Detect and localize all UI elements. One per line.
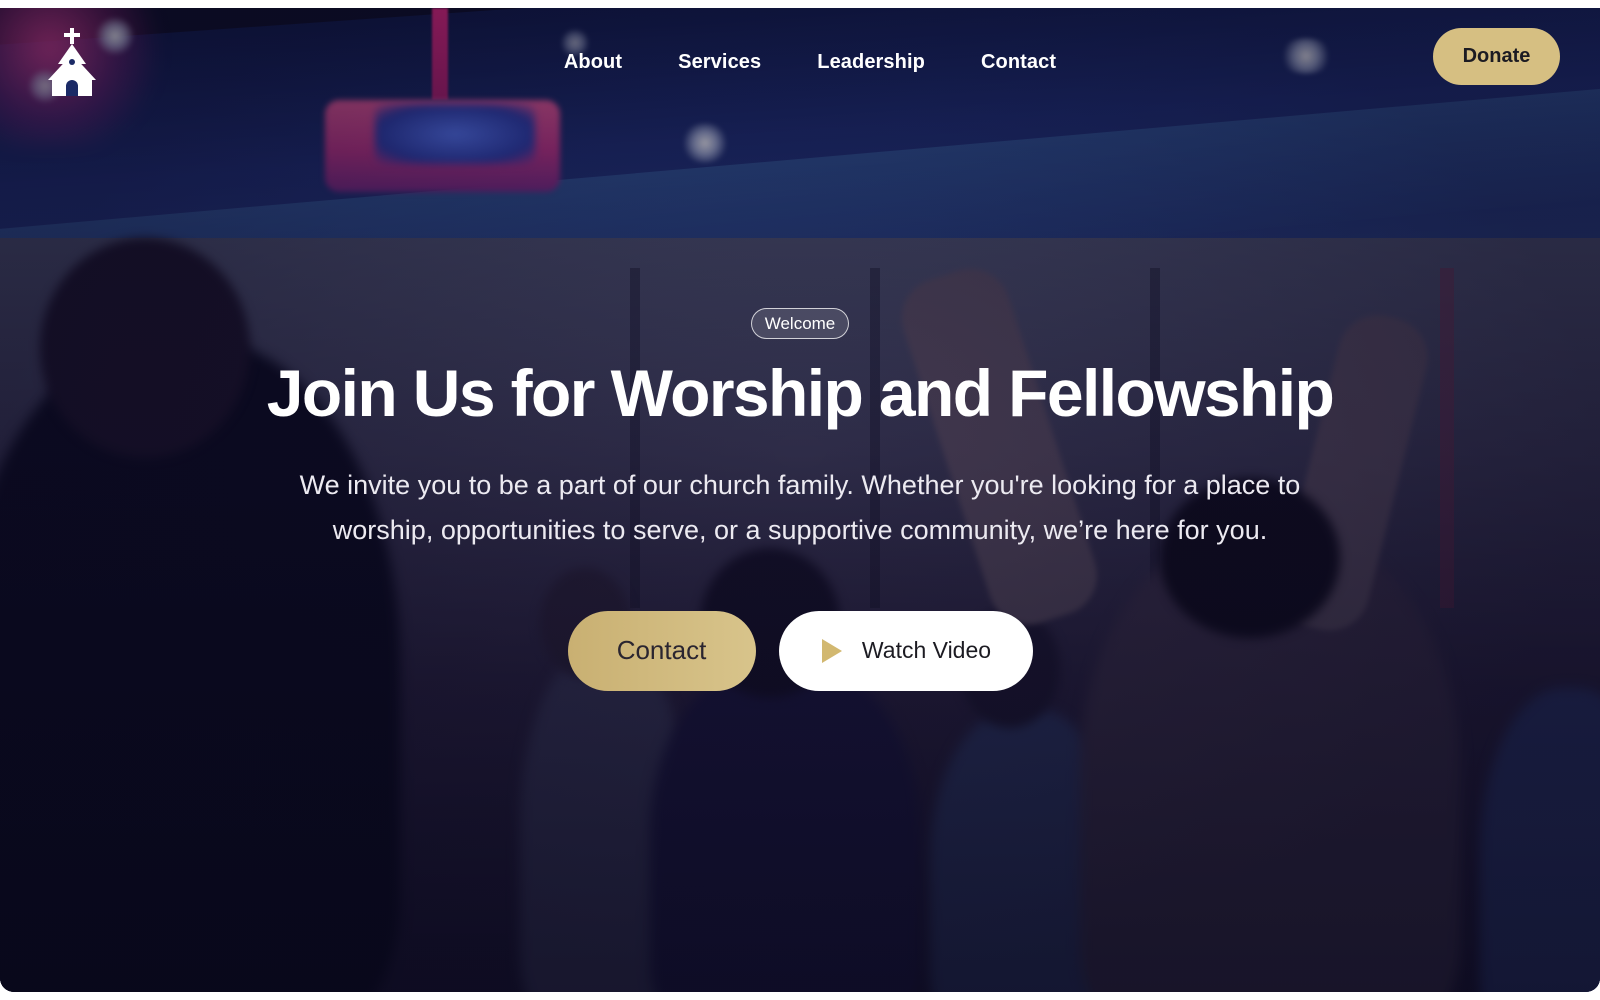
site-header: About Services Leadership Contact Donate (0, 8, 1600, 118)
donate-button[interactable]: Donate (1433, 28, 1560, 85)
watch-video-button[interactable]: Watch Video (778, 610, 1033, 691)
play-icon (821, 638, 842, 663)
watch-video-label: Watch Video (861, 637, 992, 664)
hero-section: Welcome Join Us for Worship and Fellowsh… (0, 308, 1600, 691)
nav-leadership[interactable]: Leadership (817, 44, 925, 80)
nav-services[interactable]: Services (678, 44, 761, 80)
welcome-badge: Welcome (750, 308, 850, 339)
nav-contact[interactable]: Contact (981, 44, 1056, 80)
contact-button[interactable]: Contact (567, 610, 756, 691)
hero-title: Join Us for Worship and Fellowship (266, 356, 1335, 430)
page-frame: About Services Leadership Contact Donate… (0, 8, 1600, 992)
cta-row: Contact Watch Video (567, 610, 1033, 691)
hero-subtitle: We invite you to be a part of our church… (299, 469, 1301, 545)
nav-about[interactable]: About (564, 44, 622, 80)
main-nav: About Services Leadership Contact (0, 44, 1600, 80)
